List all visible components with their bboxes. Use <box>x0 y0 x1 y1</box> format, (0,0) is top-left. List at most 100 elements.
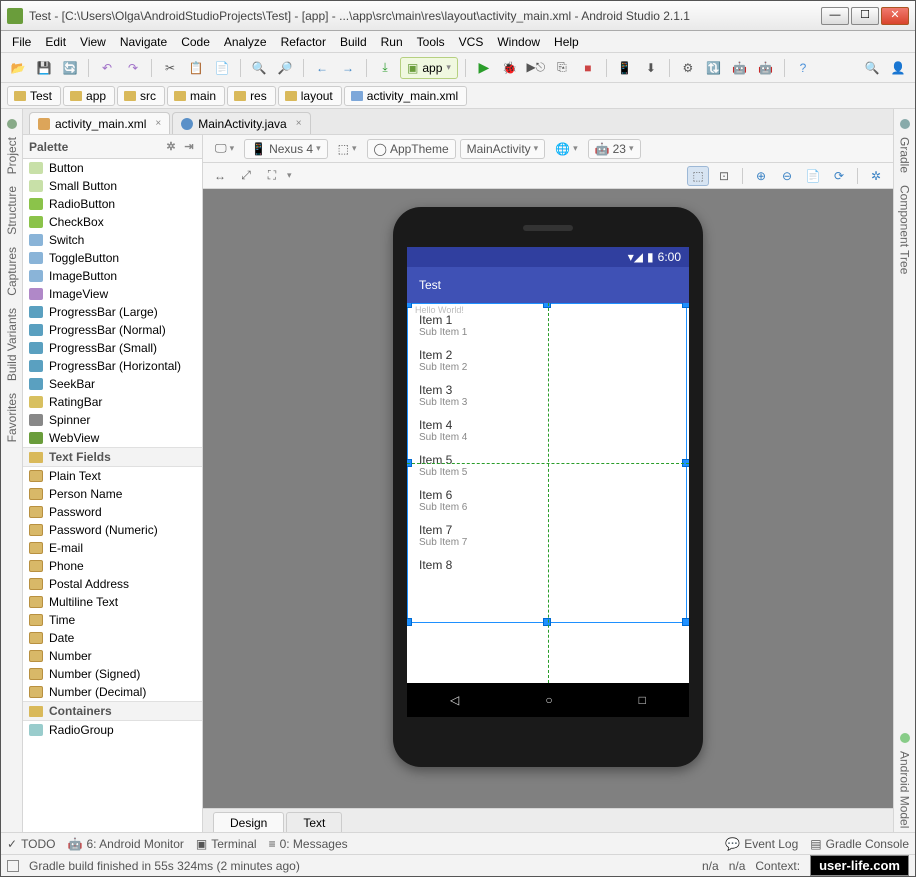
palette-item[interactable]: Switch <box>23 231 202 249</box>
zoom-in-icon[interactable]: ⊕ <box>750 166 772 186</box>
palette-item[interactable]: Password <box>23 503 202 521</box>
maximize-button[interactable]: ☐ <box>851 7 879 25</box>
palette-item[interactable]: Password (Numeric) <box>23 521 202 539</box>
menu-edit[interactable]: Edit <box>38 33 73 51</box>
palette-list[interactable]: ButtonSmall ButtonRadioButtonCheckBoxSwi… <box>23 159 202 832</box>
profile-icon[interactable]: ▶⎋ <box>525 57 547 79</box>
activity-selector[interactable]: MainActivity▾ <box>460 139 546 159</box>
palette-item[interactable]: Number (Signed) <box>23 665 202 683</box>
palette-item[interactable]: WebView <box>23 429 202 447</box>
left-tab-project[interactable]: Project <box>5 137 19 174</box>
palette-item[interactable]: Button <box>23 159 202 177</box>
locale-icon[interactable]: 🌐▾ <box>549 139 583 159</box>
design-tab[interactable]: Design <box>213 812 284 832</box>
breadcrumb-item[interactable]: layout <box>278 86 342 106</box>
close-tab-icon[interactable]: × <box>155 118 161 129</box>
breadcrumb-item[interactable]: src <box>117 86 165 106</box>
menu-navigate[interactable]: Navigate <box>113 33 174 51</box>
breadcrumb-item[interactable]: activity_main.xml <box>344 86 467 106</box>
close-button[interactable]: ✕ <box>881 7 909 25</box>
menu-build[interactable]: Build <box>333 33 374 51</box>
find-icon[interactable]: 🔍 <box>248 57 270 79</box>
zoom-out-icon[interactable]: ⊖ <box>776 166 798 186</box>
palette-category-containers[interactable]: Containers <box>23 701 202 721</box>
left-tab-structure[interactable]: Structure <box>5 186 19 235</box>
close-tab-icon[interactable]: × <box>296 118 302 129</box>
palette-item[interactable]: Spinner <box>23 411 202 429</box>
select-mode-icon[interactable]: ⬚ <box>687 166 709 186</box>
editor-tab-xml[interactable]: activity_main.xml × <box>29 112 170 134</box>
palette-item[interactable]: Postal Address <box>23 575 202 593</box>
attach-icon[interactable]: ⎘ <box>551 57 573 79</box>
sync-icon[interactable]: 🔄 <box>59 57 81 79</box>
zoom-fit-icon[interactable]: ⛶ <box>261 166 283 186</box>
android-model-icon[interactable] <box>900 733 910 743</box>
refresh-icon[interactable]: ⟳ <box>828 166 850 186</box>
breadcrumb-item[interactable]: app <box>63 86 115 106</box>
sdk-icon[interactable]: ⬇ <box>640 57 662 79</box>
palette-item[interactable]: ImageView <box>23 285 202 303</box>
run-button[interactable]: ▶ <box>473 57 495 79</box>
palette-item[interactable]: Number <box>23 647 202 665</box>
palette-item[interactable]: RatingBar <box>23 393 202 411</box>
back-icon[interactable]: ← <box>311 57 333 79</box>
design-canvas[interactable]: ▾◢ ▮ 6:00 Test Hello World! Item 1Sub It… <box>203 189 893 808</box>
fit-icon[interactable]: ⤢ <box>235 166 257 186</box>
palette-item[interactable]: CheckBox <box>23 213 202 231</box>
gradle-icon[interactable] <box>900 119 910 129</box>
right-tab-android-model[interactable]: Android Model <box>898 751 912 828</box>
menu-help[interactable]: Help <box>547 33 586 51</box>
text-tab[interactable]: Text <box>286 812 342 832</box>
palette-item[interactable]: Number (Decimal) <box>23 683 202 701</box>
menu-tools[interactable]: Tools <box>410 33 452 51</box>
left-tab-build-variants[interactable]: Build Variants <box>5 308 19 381</box>
theme-selector[interactable]: ◯ AppTheme <box>367 139 456 159</box>
menu-analyze[interactable]: Analyze <box>217 33 274 51</box>
menu-run[interactable]: Run <box>374 33 410 51</box>
palette-settings-icon[interactable]: ✲ <box>164 140 178 154</box>
palette-item[interactable]: ProgressBar (Normal) <box>23 321 202 339</box>
palette-item[interactable]: Plain Text <box>23 467 202 485</box>
todo-tab[interactable]: ✓ TODO <box>7 837 56 851</box>
menu-view[interactable]: View <box>73 33 113 51</box>
palette-item[interactable]: ProgressBar (Large) <box>23 303 202 321</box>
menu-file[interactable]: File <box>5 33 38 51</box>
run-config-selector[interactable]: ▣ app ▾ <box>400 57 458 79</box>
screenshot-icon[interactable]: 📄 <box>802 166 824 186</box>
layout-preview[interactable]: Hello World! Item 1Sub Item 1Item 2Sub I… <box>407 303 689 683</box>
breadcrumb-item[interactable]: main <box>167 86 225 106</box>
palette-item[interactable]: Time <box>23 611 202 629</box>
menu-code[interactable]: Code <box>174 33 217 51</box>
user-icon[interactable]: 👤 <box>887 57 909 79</box>
breadcrumb-item[interactable]: Test <box>7 86 61 106</box>
palette-item[interactable]: SeekBar <box>23 375 202 393</box>
palette-item[interactable]: ProgressBar (Small) <box>23 339 202 357</box>
help-icon[interactable]: ? <box>792 57 814 79</box>
palette-item[interactable]: RadioGroup <box>23 721 202 739</box>
menu-window[interactable]: Window <box>490 33 547 51</box>
device-selector[interactable]: 📱 Nexus 4▾ <box>244 139 328 159</box>
cut-icon[interactable]: ✂ <box>159 57 181 79</box>
breadcrumb-item[interactable]: res <box>227 86 276 106</box>
avd-icon[interactable]: 📱 <box>614 57 636 79</box>
settings-gear-icon[interactable]: ✲ <box>865 166 887 186</box>
menu-vcs[interactable]: VCS <box>452 33 491 51</box>
palette-item[interactable]: Small Button <box>23 177 202 195</box>
left-tab-captures[interactable]: Captures <box>5 247 19 296</box>
right-tab-gradle[interactable]: Gradle <box>898 137 912 173</box>
messages-tab[interactable]: ≡ 0: Messages <box>269 837 348 851</box>
palette-item[interactable]: E-mail <box>23 539 202 557</box>
zoom-actual-icon[interactable]: ⊡ <box>713 166 735 186</box>
copy-icon[interactable]: 📋 <box>185 57 207 79</box>
android-icon[interactable]: 🤖 <box>729 57 751 79</box>
replace-icon[interactable]: 🔎 <box>274 57 296 79</box>
status-indicator-icon[interactable] <box>7 860 19 872</box>
open-icon[interactable]: 📂 <box>7 57 29 79</box>
sync-gradle-icon[interactable]: 🔃 <box>703 57 725 79</box>
terminal-tab[interactable]: ▣ Terminal <box>196 837 257 851</box>
palette-item[interactable]: ImageButton <box>23 267 202 285</box>
forward-icon[interactable]: → <box>337 57 359 79</box>
palette-item[interactable]: Phone <box>23 557 202 575</box>
right-tab-component-tree[interactable]: Component Tree <box>898 185 912 274</box>
event-log-tab[interactable]: 💬 Event Log <box>725 837 798 851</box>
